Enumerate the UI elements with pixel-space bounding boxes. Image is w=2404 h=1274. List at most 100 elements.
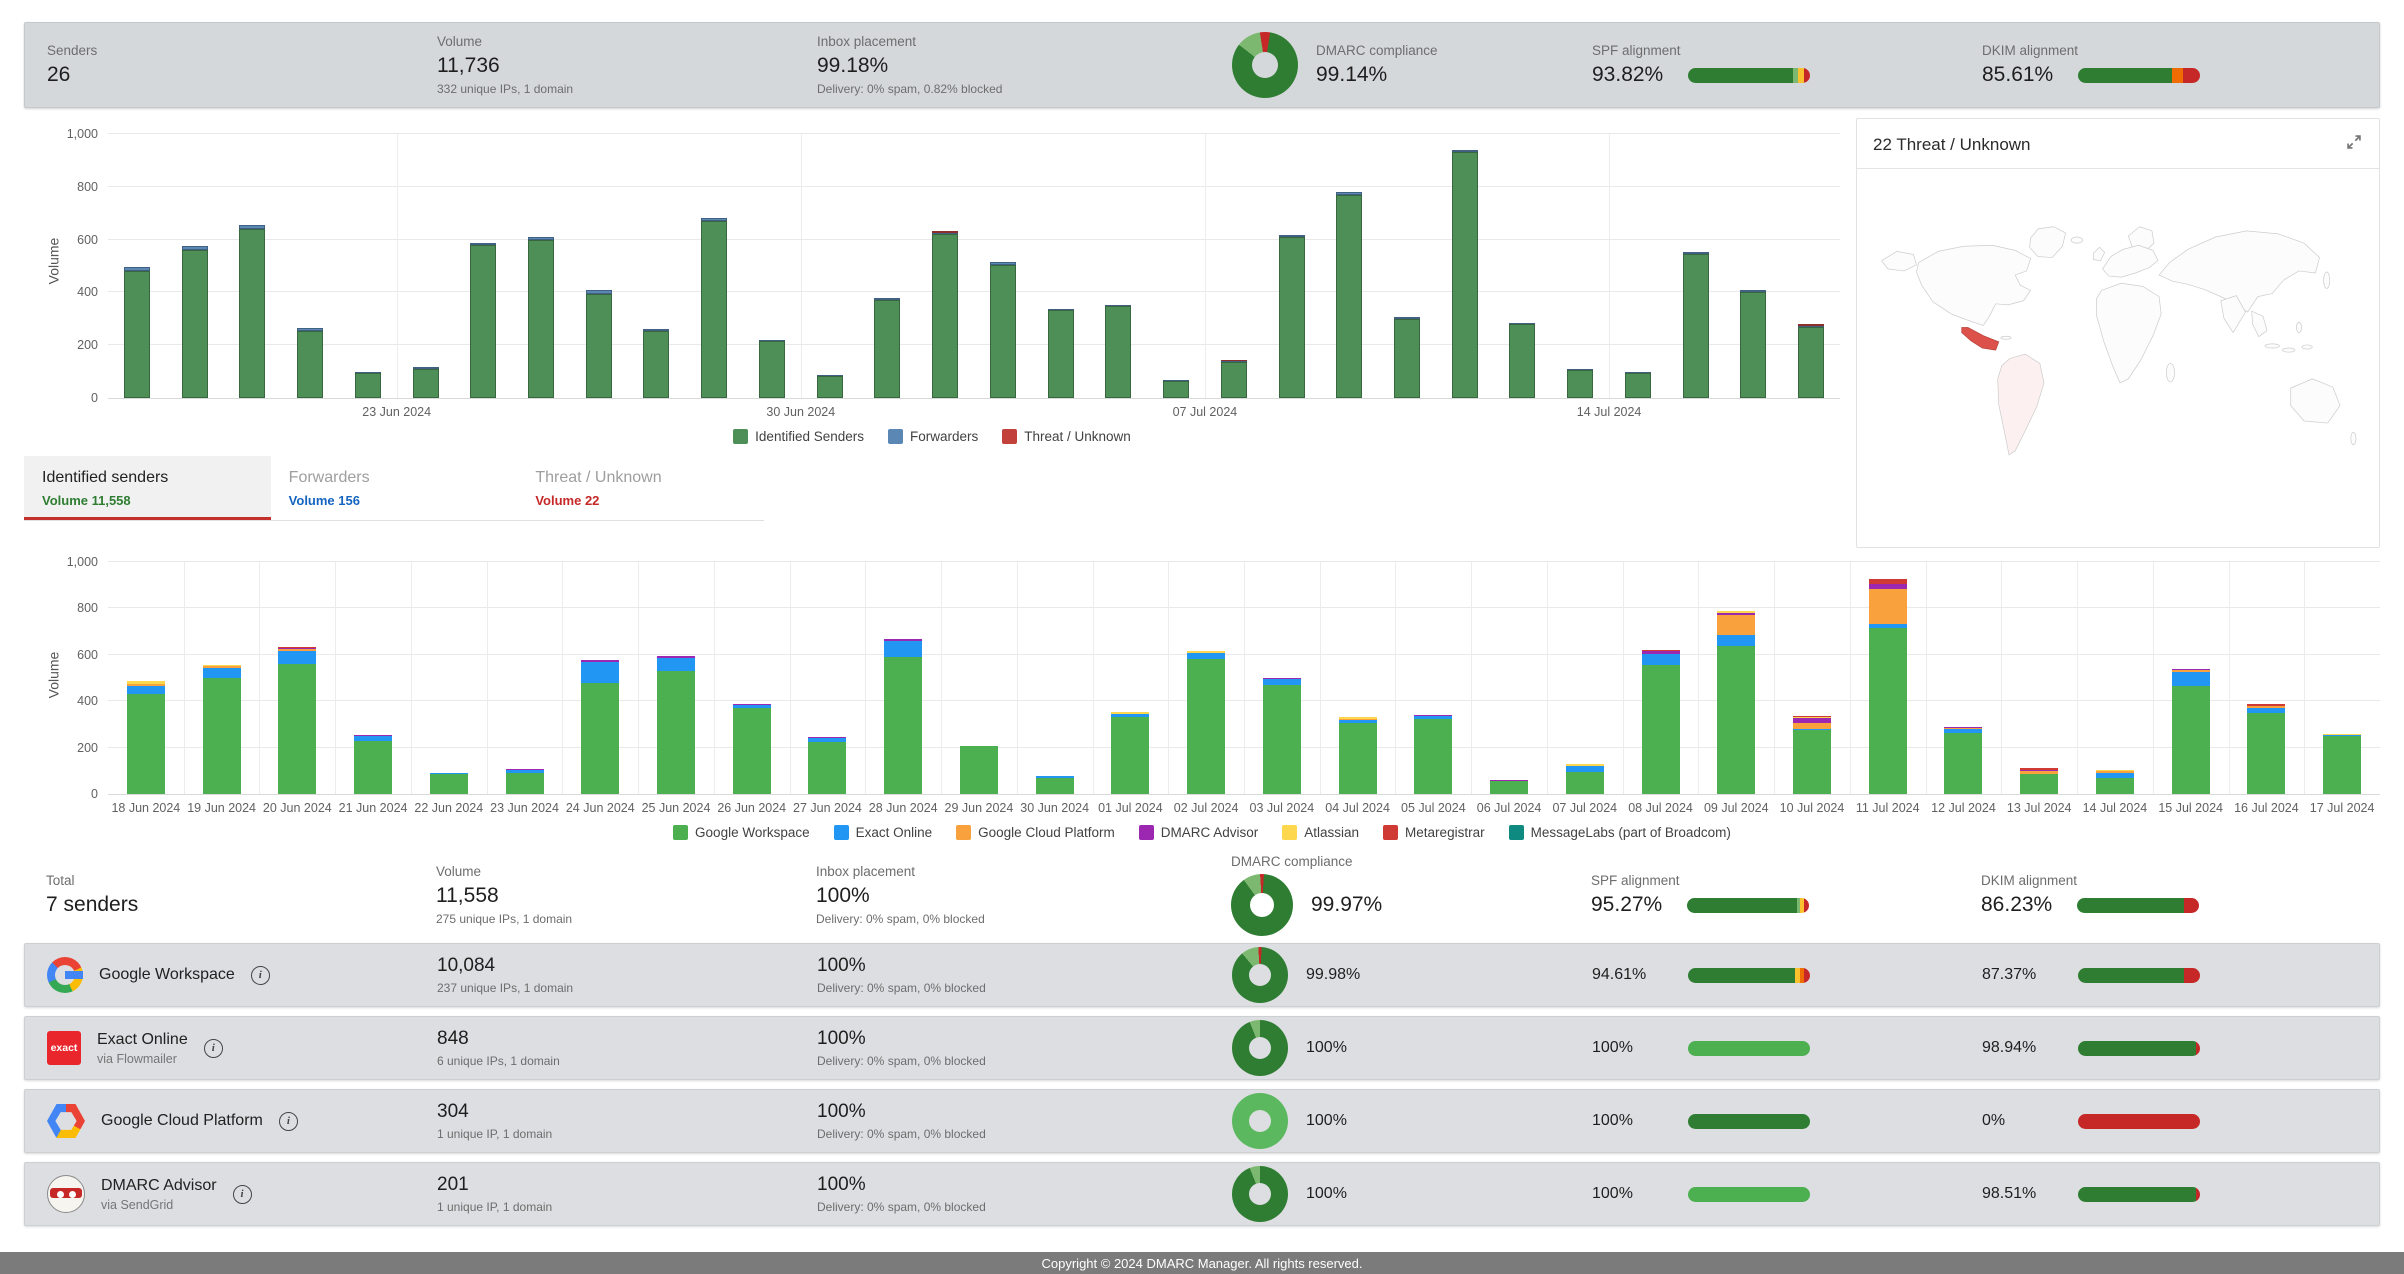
stacked-bar[interactable] [1683, 252, 1709, 398]
tab-forwarders[interactable]: Forwarders Volume 156 [271, 456, 518, 520]
stacked-bar[interactable] [1490, 780, 1528, 794]
stacked-bar[interactable] [759, 340, 785, 398]
stacked-bar[interactable] [2247, 704, 2285, 794]
stacked-bar[interactable] [990, 262, 1016, 398]
identified-senders-chart: Volume 02004006008001,00018 Jun 202419 J… [24, 562, 2380, 795]
stacked-bar[interactable] [1740, 290, 1766, 398]
table-row-dmarc-advisor[interactable]: DMARC Advisor via SendGrid i 201 1 uniqu… [24, 1162, 2380, 1226]
legend-item[interactable]: Metaregistrar [1383, 825, 1485, 840]
total-volume-sub: 275 unique IPs, 1 domain [436, 912, 816, 926]
info-icon[interactable]: i [279, 1112, 298, 1131]
info-icon[interactable]: i [204, 1039, 223, 1058]
total-senders: 7 senders [46, 893, 436, 917]
tab-threat-unknown[interactable]: Threat / Unknown Volume 22 [517, 456, 764, 520]
stacked-bar[interactable] [586, 290, 612, 398]
stacked-bar[interactable] [1339, 717, 1377, 794]
legend-item[interactable]: MessageLabs (part of Broadcom) [1509, 825, 1731, 840]
stacked-bar[interactable] [1394, 317, 1420, 398]
stacked-bar[interactable] [470, 243, 496, 398]
stacked-bar[interactable] [127, 681, 165, 794]
stacked-bar[interactable] [733, 704, 771, 794]
legend-item[interactable]: Threat / Unknown [1002, 429, 1131, 444]
stacked-bar[interactable] [528, 237, 554, 398]
stacked-bar[interactable] [1187, 651, 1225, 794]
col-label: Total [46, 873, 436, 888]
stacked-bar[interactable] [1625, 372, 1651, 398]
stacked-bar[interactable] [1414, 715, 1452, 794]
stacked-bar[interactable] [506, 769, 544, 795]
stacked-bar[interactable] [1048, 309, 1074, 398]
bar-segment [239, 229, 265, 398]
legend-item[interactable]: Identified Senders [733, 429, 864, 444]
legend-item[interactable]: DMARC Advisor [1139, 825, 1259, 840]
stacked-bar[interactable] [355, 372, 381, 398]
tab-identified-senders[interactable]: Identified senders Volume 11,558 [24, 456, 271, 520]
legend-swatch [956, 825, 971, 840]
stacked-bar[interactable] [960, 746, 998, 794]
stacked-bar[interactable] [657, 656, 695, 794]
world-map[interactable] [1857, 169, 2379, 530]
bar-segment [2183, 68, 2200, 83]
legend-item[interactable]: Google Workspace [673, 825, 810, 840]
stacked-bar[interactable] [239, 225, 265, 398]
legend-item[interactable]: Forwarders [888, 429, 978, 444]
stacked-bar[interactable] [2172, 669, 2210, 794]
stacked-bar[interactable] [643, 329, 669, 398]
stacked-bar[interactable] [1798, 324, 1824, 398]
stacked-bar[interactable] [1566, 764, 1604, 794]
stacked-bar[interactable] [581, 660, 619, 794]
table-row-google-cloud-platform[interactable]: Google Cloud Platform i 304 1 unique IP,… [24, 1089, 2380, 1153]
bar-segment [297, 331, 323, 398]
map-region-mexico-threat[interactable] [1962, 327, 1999, 350]
stacked-bar[interactable] [884, 639, 922, 794]
legend-item[interactable]: Google Cloud Platform [956, 825, 1115, 840]
legend-item[interactable]: Atlassian [1282, 825, 1359, 840]
stacked-bar[interactable] [2020, 768, 2058, 794]
stacked-bar[interactable] [701, 218, 727, 398]
stacked-bar[interactable] [1163, 380, 1189, 398]
senders-table: Total 7 senders Volume 11,558 275 unique… [24, 854, 2380, 1226]
bar-segment [1279, 237, 1305, 398]
stacked-bar[interactable] [2096, 770, 2134, 794]
stacked-bar[interactable] [1263, 678, 1301, 794]
stacked-bar[interactable] [1452, 150, 1478, 398]
info-icon[interactable]: i [251, 966, 270, 985]
expand-icon[interactable] [2345, 133, 2363, 156]
stacked-bar[interactable] [354, 735, 392, 794]
stacked-bar[interactable] [124, 267, 150, 398]
bar-segment [701, 221, 727, 398]
map-region-south-america[interactable] [1998, 354, 2044, 455]
stacked-bar[interactable] [297, 328, 323, 398]
stacked-bar[interactable] [1279, 235, 1305, 398]
stacked-bar[interactable] [808, 737, 846, 794]
stacked-bar[interactable] [1642, 650, 1680, 794]
stacked-bar[interactable] [874, 298, 900, 398]
bar-slot [859, 134, 917, 398]
bar-slot [281, 134, 339, 398]
stacked-bar[interactable] [182, 246, 208, 398]
stacked-bar[interactable] [1869, 579, 1907, 794]
stacked-bar[interactable] [1336, 192, 1362, 398]
stacked-bar[interactable] [1509, 323, 1535, 398]
stacked-bar[interactable] [1111, 712, 1149, 794]
stacked-bar[interactable] [1717, 611, 1755, 794]
stacked-bar[interactable] [1944, 727, 1982, 794]
table-row-exact-online[interactable]: exact Exact Online via Flowmailer i 848 … [24, 1016, 2380, 1080]
stacked-bar[interactable] [932, 231, 958, 398]
stacked-bar[interactable] [278, 647, 316, 794]
stacked-bar[interactable] [1793, 716, 1831, 794]
stacked-bar[interactable] [203, 665, 241, 794]
stacked-bar[interactable] [2323, 734, 2361, 794]
legend-item[interactable]: Exact Online [834, 825, 933, 840]
x-tick-label: 23 Jun 2024 [490, 801, 559, 815]
stacked-bar[interactable] [1221, 360, 1247, 398]
stacked-bar[interactable] [413, 367, 439, 398]
table-row-google-workspace[interactable]: Google Workspace i 10,084 237 unique IPs… [24, 943, 2380, 1007]
stacked-bar[interactable] [1105, 305, 1131, 398]
row-volume-sub: 6 unique IPs, 1 domain [437, 1054, 817, 1068]
info-icon[interactable]: i [233, 1185, 252, 1204]
stacked-bar[interactable] [1036, 776, 1074, 794]
stacked-bar[interactable] [1567, 369, 1593, 398]
stacked-bar[interactable] [430, 773, 468, 794]
stacked-bar[interactable] [817, 375, 843, 398]
